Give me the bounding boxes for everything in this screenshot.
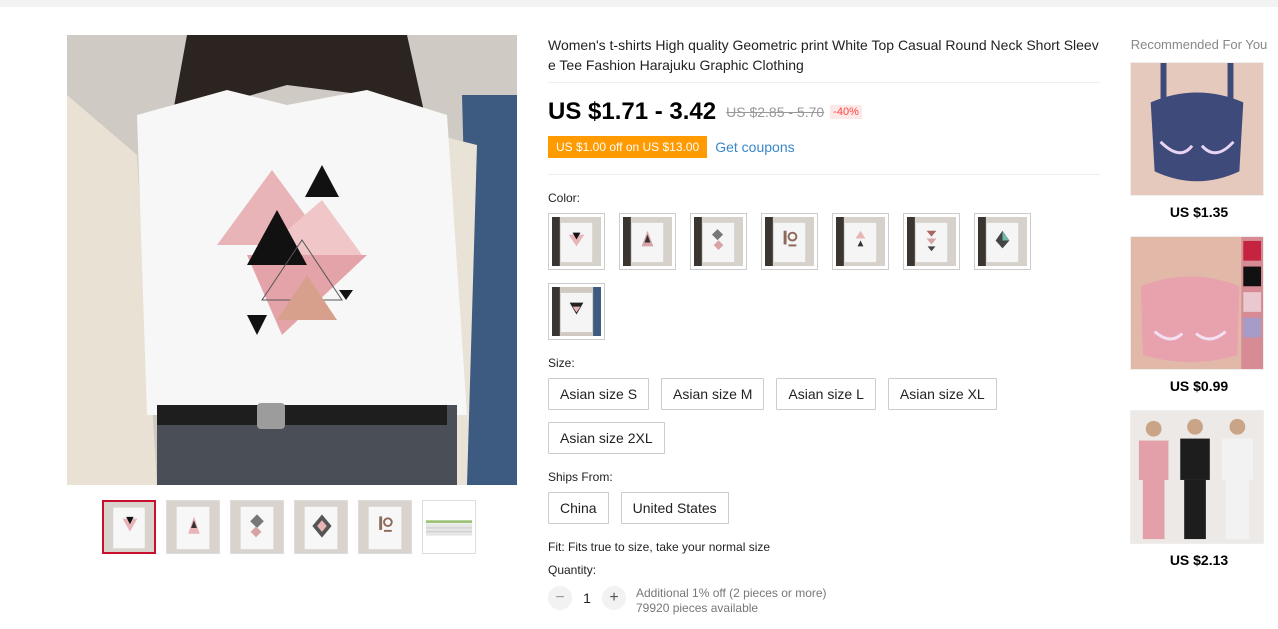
original-price: US $2.85 - 5.70 xyxy=(726,104,825,120)
current-price: US $1.71 - 3.42 xyxy=(548,98,717,125)
product-info: Women's t-shirts High quality Geometric … xyxy=(548,35,1100,616)
fit-note: Fit: Fits true to size, take your normal… xyxy=(548,540,771,554)
size-option-m[interactable]: Asian size M xyxy=(661,378,765,410)
thumbnail-2[interactable] xyxy=(166,500,220,554)
divider xyxy=(548,174,1100,175)
recommended-panel: Recommended For You US $1.35 US $0.99 US… xyxy=(1130,36,1268,570)
bulk-discount-note: Additional 1% off (2 pieces or more) xyxy=(636,586,827,600)
recommended-title: Recommended For You xyxy=(1130,37,1268,52)
color-swatch-3[interactable] xyxy=(690,213,747,270)
recommended-item-image[interactable] xyxy=(1130,62,1264,196)
quantity-input[interactable]: 1 xyxy=(572,586,602,610)
main-product-image[interactable] xyxy=(67,35,517,485)
color-swatch-7[interactable] xyxy=(974,213,1031,270)
ships-from-label: Ships From: xyxy=(548,470,613,484)
thumbnail-5[interactable] xyxy=(358,500,412,554)
quantity-stepper: − 1 + Additional 1% off (2 pieces or mor… xyxy=(548,586,1100,616)
get-coupons-link[interactable]: Get coupons xyxy=(715,139,794,155)
thumbnail-strip xyxy=(102,500,476,554)
color-swatch-6[interactable] xyxy=(903,213,960,270)
recommended-item-price: US $0.99 xyxy=(1169,378,1229,394)
recommended-item-image[interactable] xyxy=(1130,410,1264,544)
ships-from-united-states[interactable]: United States xyxy=(620,492,729,524)
ships-from-options: China United States xyxy=(548,492,1048,524)
quantity-info: Additional 1% off (2 pieces or more) 799… xyxy=(636,586,827,616)
recommended-item-image[interactable] xyxy=(1130,236,1264,370)
size-options: Asian size S Asian size M Asian size L A… xyxy=(548,378,1048,454)
quantity-label: Quantity: xyxy=(548,563,597,577)
thumbnail-1[interactable] xyxy=(102,500,156,554)
recommended-item[interactable]: US $0.99 xyxy=(1130,236,1268,396)
color-swatch-2[interactable] xyxy=(619,213,676,270)
size-option-s[interactable]: Asian size S xyxy=(548,378,650,410)
color-swatch-1[interactable] xyxy=(548,213,605,270)
discount-badge: -40% xyxy=(830,105,862,119)
size-option-l[interactable]: Asian size L xyxy=(776,378,876,410)
coupon-row: US $1.00 off on US $13.00 Get coupons xyxy=(548,136,1100,158)
recommended-item-price: US $1.35 xyxy=(1169,204,1229,220)
thumbnail-4[interactable] xyxy=(294,500,348,554)
color-swatch-8[interactable] xyxy=(548,283,605,340)
size-label: Size: xyxy=(548,356,575,370)
color-swatches xyxy=(548,213,1048,340)
color-label: Color: xyxy=(548,191,581,205)
size-option-2xl[interactable]: Asian size 2XL xyxy=(548,422,665,454)
top-bar xyxy=(0,0,1278,7)
stock-available: 79920 pieces available xyxy=(636,601,759,615)
thumbnail-3[interactable] xyxy=(230,500,284,554)
quantity-decrease-button[interactable]: − xyxy=(548,586,572,610)
recommended-item-price: US $2.13 xyxy=(1169,552,1229,568)
recommended-item[interactable]: US $1.35 xyxy=(1130,62,1268,222)
ships-from-china[interactable]: China xyxy=(548,492,609,524)
recommended-item[interactable]: US $2.13 xyxy=(1130,410,1268,570)
thumbnail-size-chart[interactable] xyxy=(422,500,476,554)
coupon-tag: US $1.00 off on US $13.00 xyxy=(548,136,712,158)
product-title: Women's t-shirts High quality Geometric … xyxy=(548,35,1100,83)
quantity-increase-button[interactable]: + xyxy=(602,586,626,610)
color-swatch-4[interactable] xyxy=(761,213,818,270)
size-option-xl[interactable]: Asian size XL xyxy=(887,378,997,410)
color-swatch-5[interactable] xyxy=(832,213,889,270)
price-row: US $1.71 - 3.42 US $2.85 - 5.70 -40% xyxy=(548,98,1100,125)
